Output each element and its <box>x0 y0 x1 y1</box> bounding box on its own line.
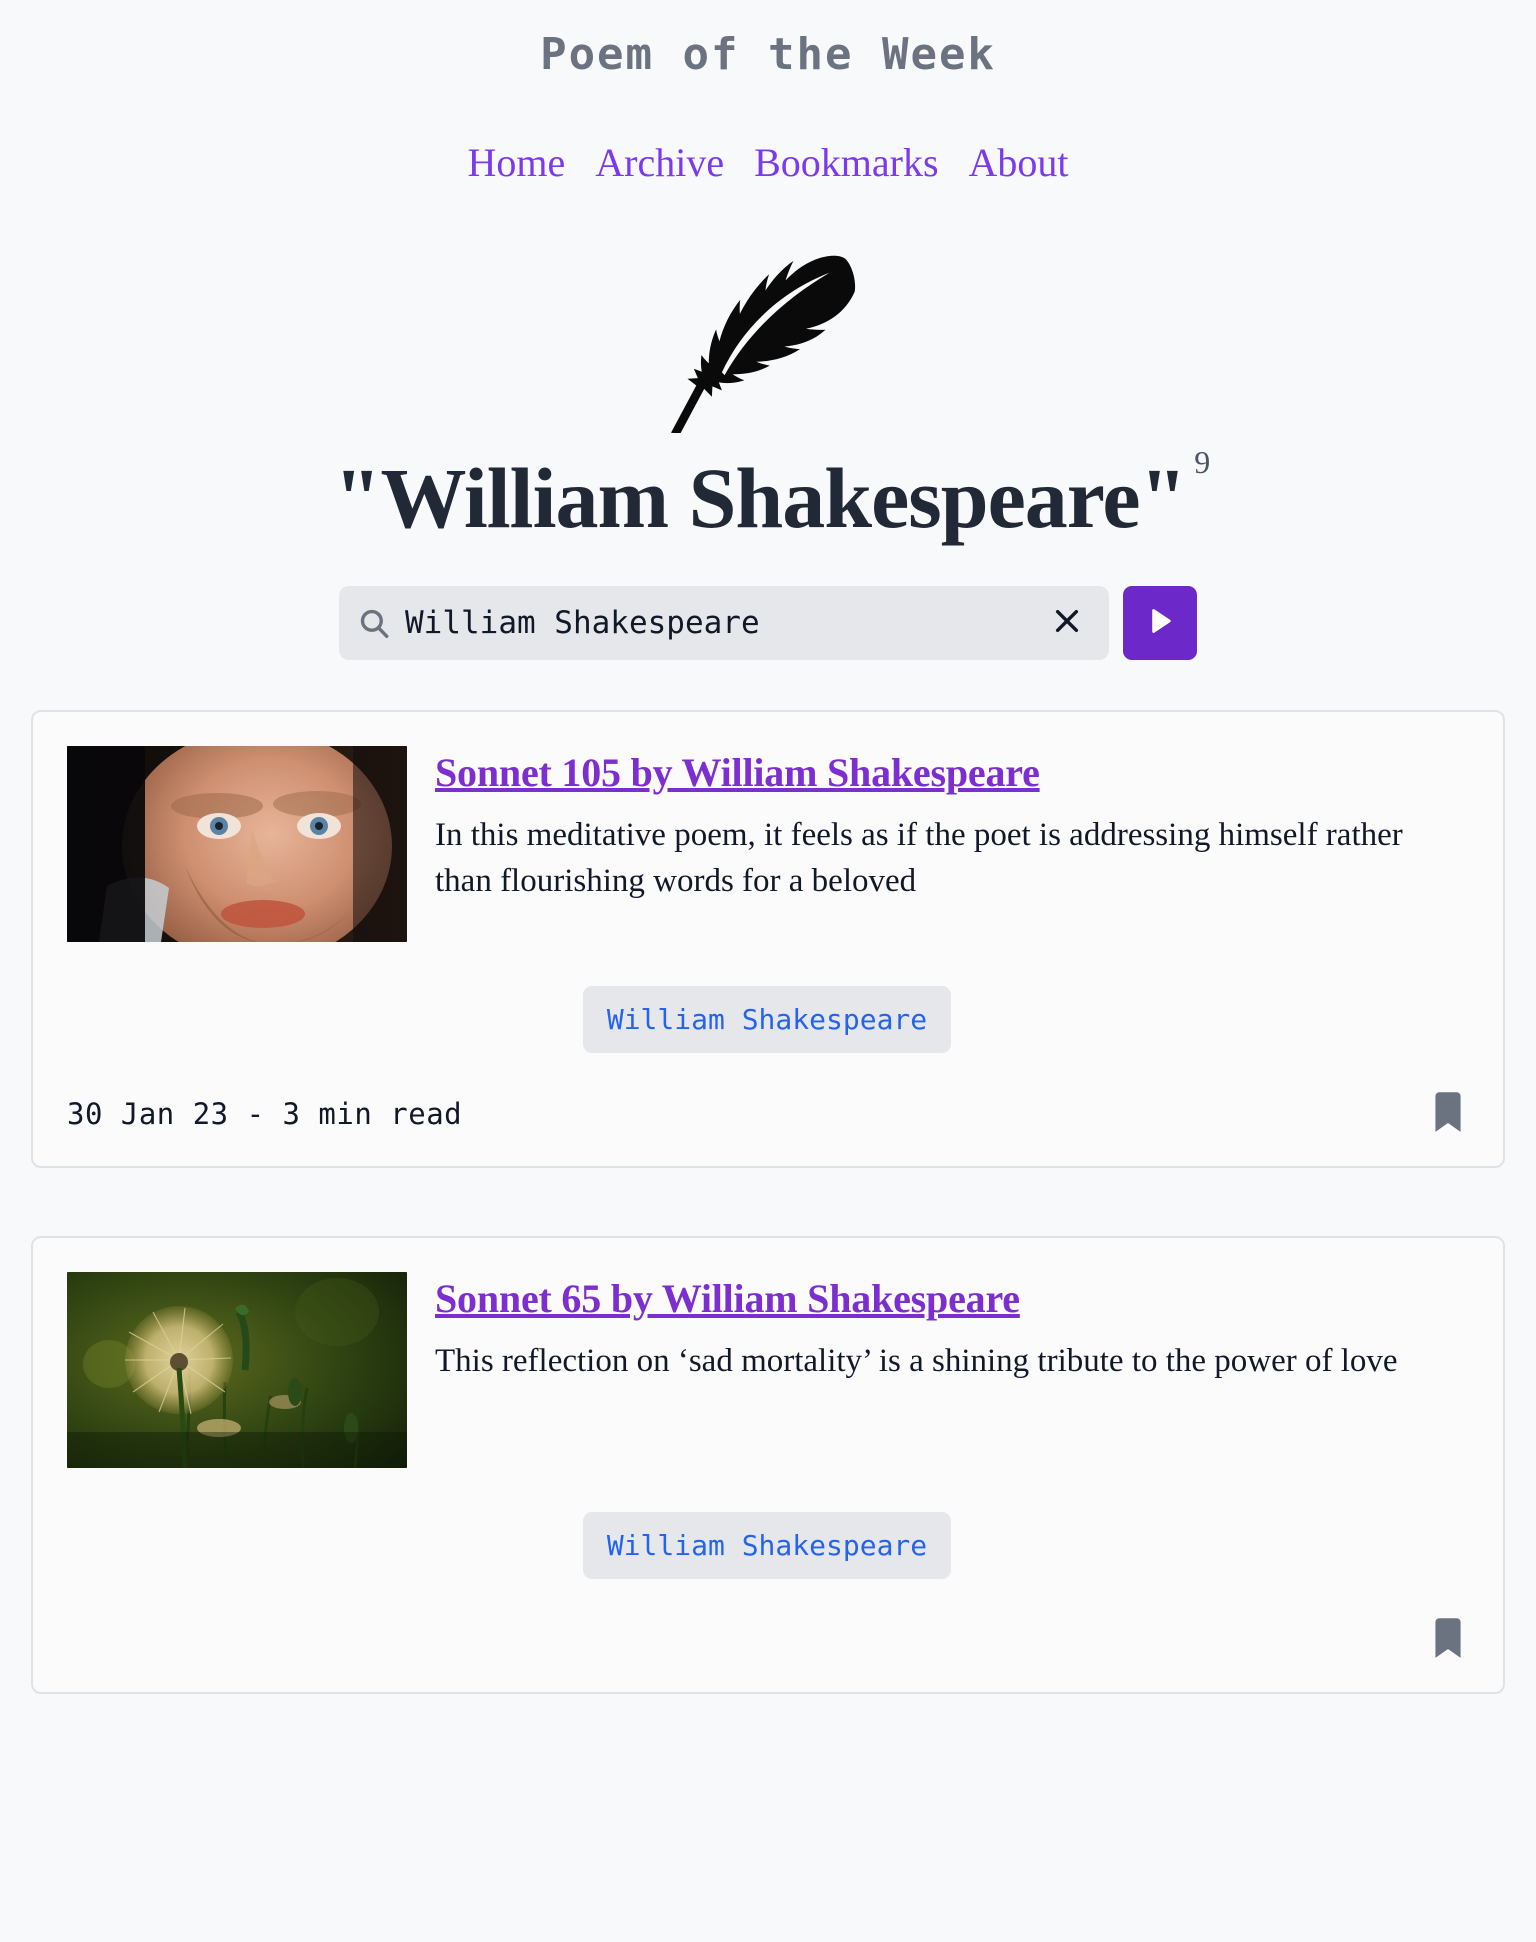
main-navigation: Home Archive Bookmarks About <box>0 139 1536 186</box>
bookmark-button[interactable] <box>1429 1617 1467 1664</box>
feather-quill-icon <box>670 255 866 437</box>
search-input[interactable] <box>391 585 1047 660</box>
submit-search-button[interactable] <box>1123 585 1197 660</box>
search-bar <box>0 585 1536 660</box>
result-tag-row: William Shakespeare <box>67 1511 1467 1579</box>
search-field-container[interactable] <box>339 585 1109 660</box>
site-logo <box>0 238 1536 433</box>
result-card-body: Sonnet 105 by William Shakespeare In thi… <box>67 745 1467 942</box>
result-card-body: Sonnet 65 by William Shakespeare This re… <box>67 1271 1467 1468</box>
result-description: This reflection on ‘sad mortality’ is a … <box>435 1342 1398 1379</box>
result-meta: 30 Jan 23 - 3 min read <box>67 1097 463 1132</box>
result-card[interactable]: Sonnet 105 by William Shakespeare In thi… <box>31 709 1505 1168</box>
bookmark-icon <box>1429 1617 1467 1664</box>
page-root: Poem of the Week Home Archive Bookmarks … <box>0 0 1536 1942</box>
result-tag[interactable]: William Shakespeare <box>582 1511 952 1579</box>
result-meta-row <box>67 1617 1467 1664</box>
result-tag-row: William Shakespeare <box>67 985 1467 1053</box>
results-heading: "William Shakespeare" 9 <box>0 433 1536 546</box>
nav-item-bookmarks[interactable]: Bookmarks <box>754 140 938 185</box>
clear-search-button[interactable] <box>1047 605 1087 640</box>
result-meta-row: 30 Jan 23 - 3 min read <box>67 1091 1467 1138</box>
shakespeare-portrait-thumbnail[interactable] <box>67 745 407 942</box>
result-card-text: Sonnet 65 by William Shakespeare This re… <box>435 1272 1467 1385</box>
result-description: In this meditative poem, it feels as if … <box>435 816 1403 900</box>
nav-item-archive[interactable]: Archive <box>595 140 724 185</box>
nav-item-about[interactable]: About <box>969 140 1069 185</box>
dandelion-thumbnail[interactable] <box>67 1271 407 1468</box>
result-count: 9 <box>1194 444 1211 481</box>
search-icon <box>357 606 391 640</box>
nav-item-home[interactable]: Home <box>467 140 565 185</box>
play-icon <box>1143 604 1177 641</box>
result-card-text: Sonnet 105 by William Shakespeare In thi… <box>435 746 1467 906</box>
result-title-link[interactable]: Sonnet 65 by William Shakespeare <box>435 1276 1020 1321</box>
search-results-list: Sonnet 105 by William Shakespeare In thi… <box>0 709 1536 1694</box>
query-text: "William Shakespeare" <box>333 450 1188 546</box>
result-card[interactable]: Sonnet 65 by William Shakespeare This re… <box>31 1235 1505 1694</box>
result-tag[interactable]: William Shakespeare <box>582 985 952 1053</box>
close-icon <box>1051 605 1083 640</box>
bookmark-button[interactable] <box>1429 1091 1467 1138</box>
bookmark-icon <box>1429 1091 1467 1138</box>
result-title-link[interactable]: Sonnet 105 by William Shakespeare <box>435 750 1040 795</box>
page-title: Poem of the Week <box>540 29 996 80</box>
